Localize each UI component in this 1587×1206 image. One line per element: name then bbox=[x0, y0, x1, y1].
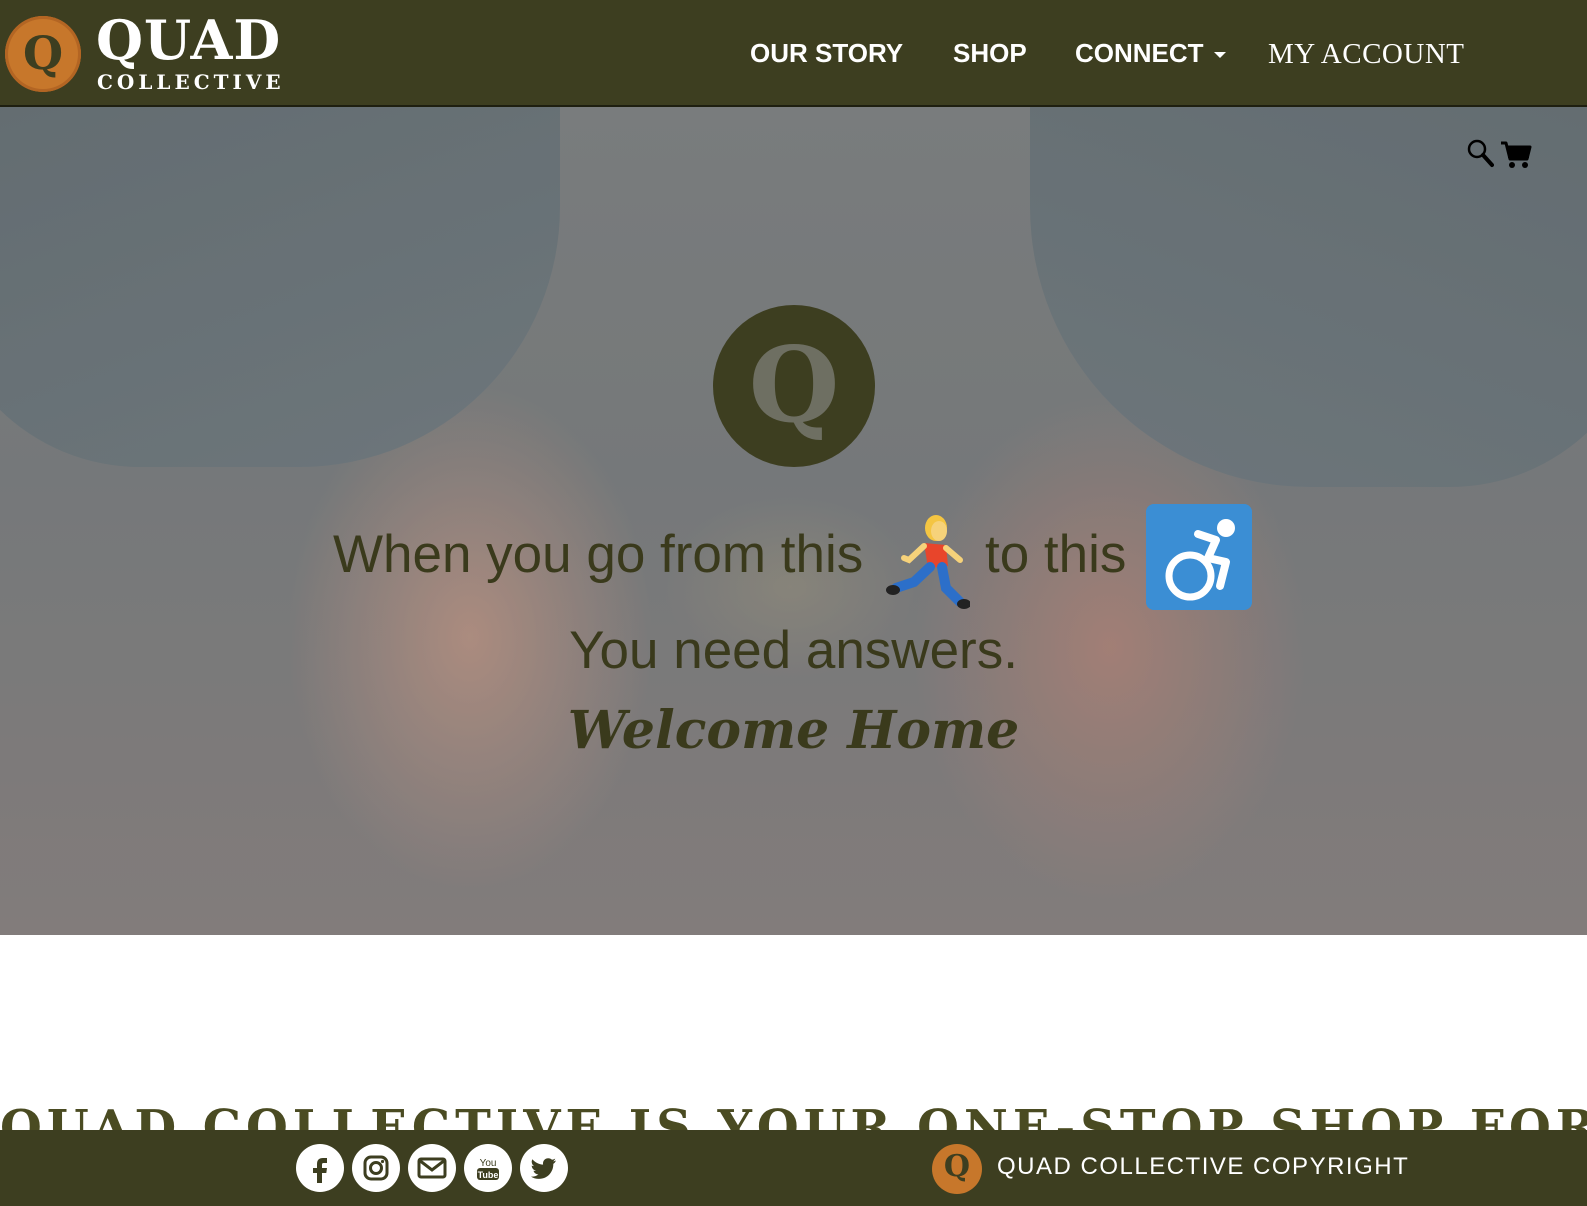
nav-shop[interactable]: SHOP bbox=[953, 38, 1027, 69]
site-logo[interactable]: Q QUAD COLLECTIVE bbox=[5, 8, 295, 94]
twitter-icon[interactable] bbox=[520, 1144, 568, 1192]
logo-wordmark: QUAD bbox=[96, 8, 282, 72]
hero-line-2: You need answers. bbox=[569, 621, 1018, 680]
logo-badge: Q bbox=[5, 16, 81, 92]
nav-my-account[interactable]: MY ACCOUNT bbox=[1268, 38, 1464, 71]
youtube-icon[interactable]: You Tube bbox=[464, 1144, 512, 1192]
facebook-icon[interactable] bbox=[296, 1144, 344, 1192]
cart-icon[interactable] bbox=[1500, 140, 1532, 170]
nav-our-story[interactable]: OUR STORY bbox=[750, 38, 903, 69]
runner-icon bbox=[886, 515, 970, 609]
hero-line-1: When you go from this to this bbox=[0, 504, 1587, 620]
logo-badge-letter: Q bbox=[22, 26, 64, 80]
site-header: Q QUAD COLLECTIVE OUR STORY SHOP CONNECT… bbox=[0, 0, 1587, 107]
svg-text:Tube: Tube bbox=[478, 1170, 499, 1180]
hero-line-1-part-1: When you go from this bbox=[333, 525, 864, 584]
nav-connect-label: CONNECT bbox=[1075, 38, 1204, 68]
chevron-down-icon bbox=[1213, 52, 1226, 59]
search-icon[interactable] bbox=[1466, 138, 1494, 168]
instagram-icon[interactable] bbox=[352, 1144, 400, 1192]
footer-logo-badge: Q bbox=[932, 1144, 982, 1194]
hero-welcome-home: Welcome Home bbox=[567, 700, 1020, 761]
site-footer: You Tube Q QUAD COLLECTIVE COPYRIGHT bbox=[0, 1130, 1587, 1206]
hero-q-badge: Q bbox=[713, 305, 875, 467]
wheelchair-icon bbox=[1146, 504, 1252, 610]
hero-q-letter: Q bbox=[748, 323, 840, 446]
hero-line-1-part-2: to this bbox=[985, 525, 1127, 584]
intro-section: QUAD COLLECTIVE IS YOUR ONE-STOP SHOP FO… bbox=[0, 935, 1587, 1130]
logo-subtitle: COLLECTIVE bbox=[97, 70, 285, 94]
footer-logo-letter: Q bbox=[943, 1149, 971, 1184]
intro-tagline: QUAD COLLECTIVE IS YOUR ONE-STOP SHOP FO… bbox=[0, 1100, 1587, 1130]
svg-text:You: You bbox=[480, 1158, 497, 1169]
email-icon[interactable] bbox=[408, 1144, 456, 1192]
nav-connect[interactable]: CONNECT bbox=[1075, 38, 1226, 69]
hero-tools bbox=[1466, 138, 1536, 178]
footer-copyright: QUAD COLLECTIVE COPYRIGHT bbox=[997, 1153, 1410, 1180]
